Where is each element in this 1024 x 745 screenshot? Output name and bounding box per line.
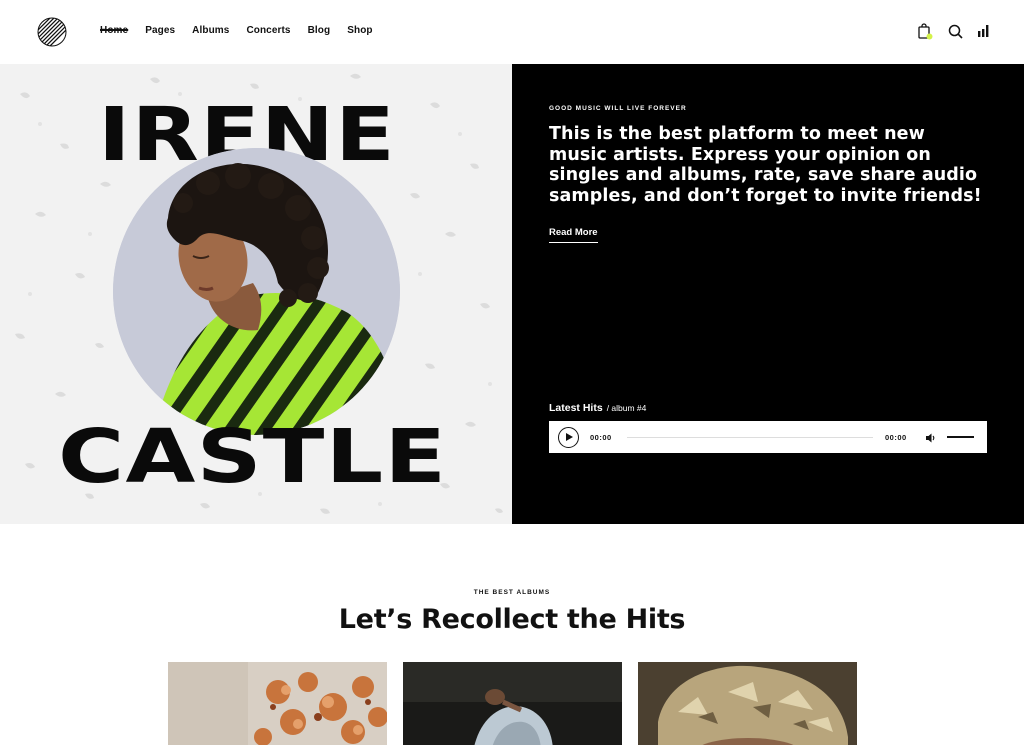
album-card-dark[interactable] xyxy=(403,662,622,745)
volume-slider[interactable] xyxy=(947,436,974,438)
menu-bars-icon[interactable] xyxy=(974,22,992,40)
latest-hits-album: / album #4 xyxy=(606,403,647,413)
latest-hits-label: Latest Hits / album #4 xyxy=(549,402,646,414)
cart-icon[interactable] xyxy=(916,22,934,40)
album-card-foil[interactable] xyxy=(638,662,857,745)
artist-portrait-image xyxy=(113,148,400,435)
latest-hits-title: Latest Hits xyxy=(549,402,603,414)
albums-section-title: Let’s Recollect the Hits xyxy=(338,604,686,635)
nav-item-blog[interactable]: Blog xyxy=(308,25,331,36)
read-more-link[interactable]: Read More xyxy=(549,227,598,243)
hero-artist-panel: IRENE CASTLE xyxy=(0,64,512,524)
album-card-flowers[interactable] xyxy=(168,662,387,745)
site-header: Home Pages Albums Concerts Blog Shop xyxy=(0,0,1024,64)
nav-item-pages[interactable]: Pages xyxy=(145,25,175,36)
nav-item-concerts[interactable]: Concerts xyxy=(246,25,290,36)
logo-icon[interactable] xyxy=(37,17,67,47)
duration-time: 00:00 xyxy=(885,433,907,442)
main-nav: Home Pages Albums Concerts Blog Shop xyxy=(100,25,390,36)
albums-eyebrow: THE BEST ALBUMS xyxy=(473,589,551,596)
hero-eyebrow: GOOD MUSIC WILL LIVE FOREVER xyxy=(549,105,687,112)
nav-item-home[interactable]: Home xyxy=(100,25,128,36)
audio-player: 00:00 00:00 xyxy=(549,421,987,453)
hero-description: This is the best platform to meet new mu… xyxy=(549,124,982,206)
current-time: 00:00 xyxy=(590,433,612,442)
play-button[interactable] xyxy=(558,427,579,448)
progress-track[interactable] xyxy=(627,437,873,438)
hero-intro-panel: GOOD MUSIC WILL LIVE FOREVER This is the… xyxy=(512,64,1024,524)
artist-last-name: CASTLE xyxy=(58,414,448,500)
nav-item-shop[interactable]: Shop xyxy=(347,25,372,36)
search-icon[interactable] xyxy=(946,22,964,40)
nav-item-albums[interactable]: Albums xyxy=(192,25,229,36)
volume-icon[interactable] xyxy=(925,431,937,443)
